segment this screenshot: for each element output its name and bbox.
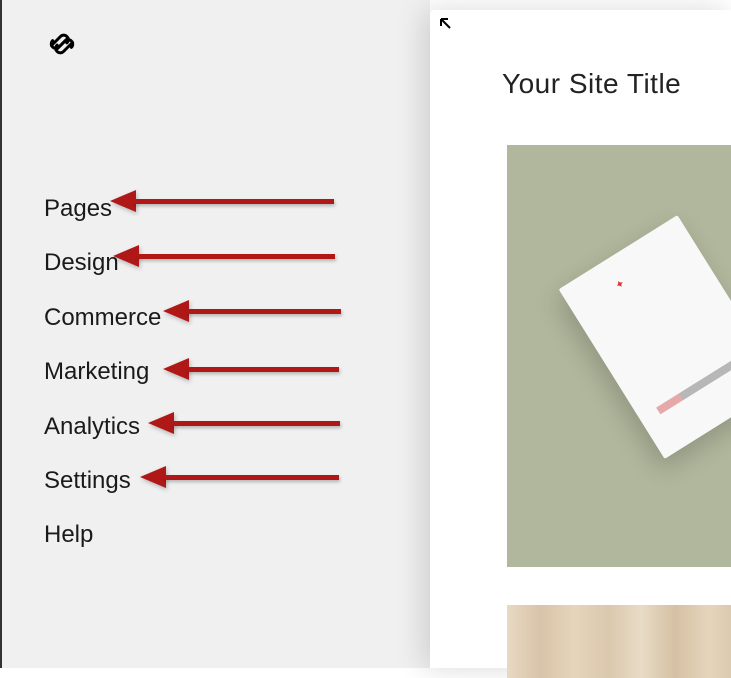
squarespace-logo-icon[interactable] (44, 26, 80, 62)
nav-item-design[interactable]: Design (44, 236, 161, 290)
nav-item-analytics[interactable]: Analytics (44, 400, 161, 454)
nav-item-commerce[interactable]: Commerce (44, 291, 161, 345)
nav-item-settings[interactable]: Settings (44, 454, 161, 508)
expand-preview-icon[interactable] (438, 16, 456, 39)
nav-item-pages[interactable]: Pages (44, 182, 161, 236)
site-preview-panel: Your Site Title ✦ (430, 10, 731, 668)
nav-item-marketing[interactable]: Marketing (44, 345, 161, 399)
preview-secondary-image (507, 605, 731, 678)
book-spine-line (656, 360, 731, 414)
book-mockup: ✦ (559, 215, 731, 459)
site-title: Your Site Title (502, 68, 681, 100)
admin-sidebar: Pages Design Commerce Marketing Analytic… (0, 0, 430, 668)
main-nav: Pages Design Commerce Marketing Analytic… (44, 182, 161, 563)
book-text-accent: ✦ (613, 260, 658, 298)
nav-item-help[interactable]: Help (44, 508, 161, 562)
preview-hero-image: ✦ (507, 145, 731, 567)
